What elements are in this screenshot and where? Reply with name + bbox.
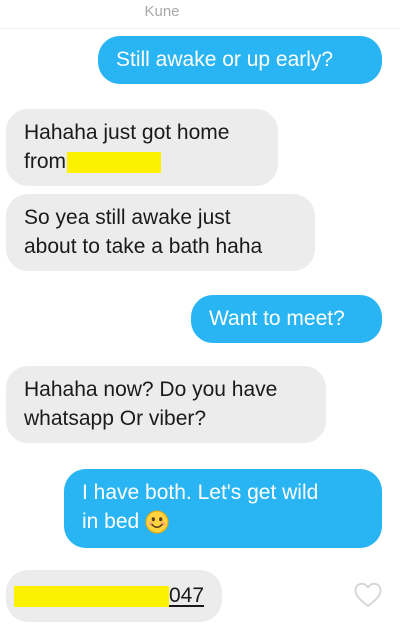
redaction-bar xyxy=(14,585,169,607)
outgoing-message[interactable]: Want to meet? xyxy=(191,295,382,343)
message-text: Still awake or up early? xyxy=(116,48,334,71)
chat-screen: Kune Still awake or up early? Hahaha jus… xyxy=(0,0,400,636)
outgoing-message[interactable]: I have both. Let's get wild in bed xyxy=(64,469,382,548)
message-text-line: So yea still awake just xyxy=(24,206,231,229)
message-text-line: Hahaha now? Do you have xyxy=(24,378,278,401)
chat-header: Kune xyxy=(0,0,400,29)
message-text-line: about to take a bath haha xyxy=(24,235,263,258)
message-text-line: from xyxy=(24,147,261,176)
incoming-message[interactable]: Hahaha now? Do you have whatsapp Or vibe… xyxy=(6,366,326,443)
incoming-message[interactable]: 047 xyxy=(6,570,222,622)
incoming-message[interactable]: Hahaha just got home from xyxy=(6,109,278,186)
redaction-bar xyxy=(67,151,161,173)
incoming-message[interactable]: So yea still awake just about to take a … xyxy=(6,194,315,271)
message-text-line: Hahaha just got home xyxy=(24,121,230,144)
smiling-face-icon xyxy=(145,510,169,534)
match-name[interactable]: Kune xyxy=(0,3,324,20)
message-text: Want to meet? xyxy=(209,307,345,330)
outgoing-message[interactable]: Still awake or up early? xyxy=(98,36,382,84)
phone-number-link[interactable]: 047 xyxy=(169,584,204,607)
message-text: from xyxy=(24,150,66,173)
message-text-line: I have both. Let's get wild xyxy=(82,481,319,504)
message-text: in bed xyxy=(82,510,140,533)
heart-outline-icon[interactable] xyxy=(354,582,382,608)
message-text-line: whatsapp Or viber? xyxy=(24,407,207,430)
message-text-line: in bed xyxy=(82,507,365,536)
